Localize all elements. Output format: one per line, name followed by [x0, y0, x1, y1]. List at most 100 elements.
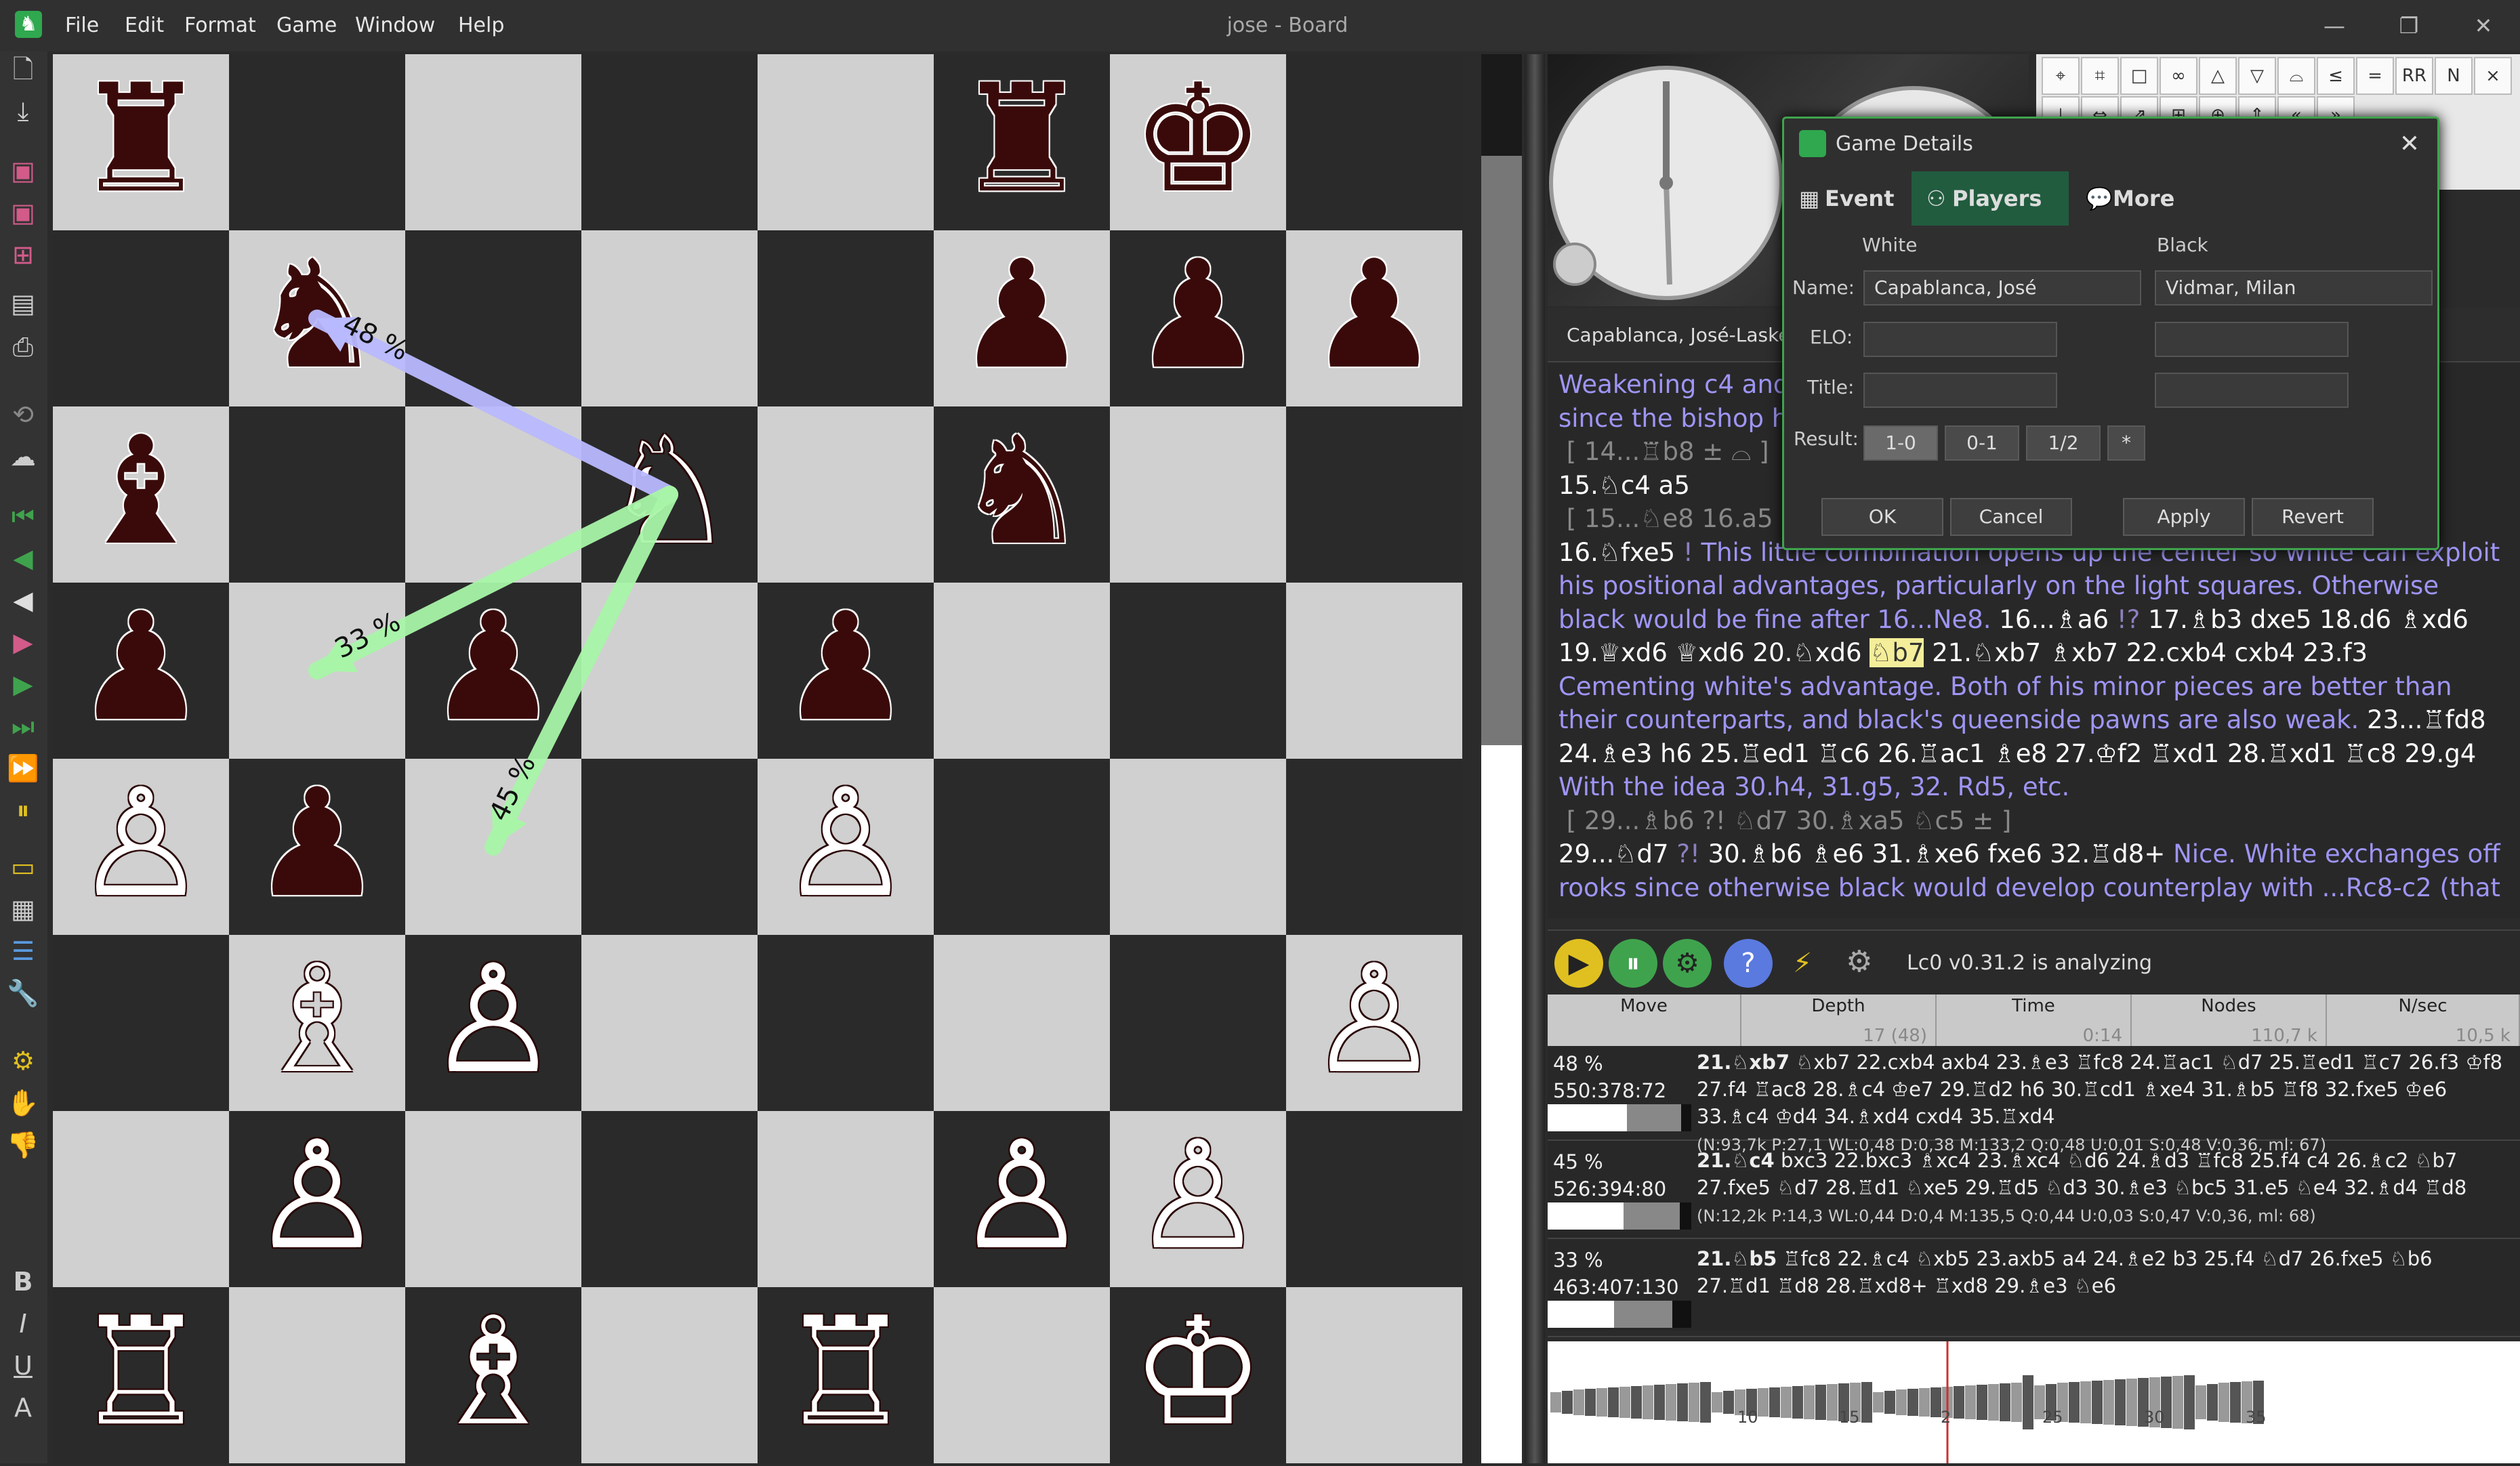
result-unknown-button[interactable]: * [2107, 425, 2145, 461]
square-d3[interactable] [581, 935, 758, 1111]
square-e7[interactable] [758, 230, 934, 406]
square-f1[interactable] [934, 1287, 1110, 1463]
square-d7[interactable] [581, 230, 758, 406]
black-name-field[interactable]: Vidmar, Milan [2155, 270, 2433, 306]
square-b5[interactable] [229, 583, 405, 759]
scroll-thumb[interactable] [1481, 54, 1522, 156]
principal-variation[interactable]: 21.♘b5 ♖fc8 22.♗c4 ♘xb5 23.axb5 a4 24.♗e… [1697, 1245, 2510, 1299]
close-icon[interactable]: ✕ [2453, 0, 2514, 51]
black-piece-f6[interactable]: ♞ [934, 406, 1110, 583]
result-black-wins-button[interactable]: 0-1 [1945, 425, 2019, 461]
tab-more[interactable]: 💬 More [2072, 171, 2208, 226]
cloud-icon[interactable]: ☁ [5, 439, 41, 474]
underline-icon[interactable]: U [5, 1348, 41, 1383]
add-icon[interactable]: ⊞ [5, 237, 41, 272]
square-b1[interactable] [229, 1287, 405, 1463]
square-e2[interactable] [758, 1111, 934, 1287]
column-time[interactable]: Time 0:14 [1937, 994, 2132, 1046]
symbol-button[interactable]: △ [2199, 57, 2237, 95]
calendar-icon[interactable]: ▦ [5, 892, 41, 927]
first-move-icon[interactable]: ⏮ [5, 499, 41, 534]
text-color-icon[interactable]: A [5, 1390, 41, 1425]
chess-board[interactable]: ♜ ♜ ♚ ♞ ♟ ♟ ♟ ♝ ♘ ♞ ♟ ♟ ♟ ♙ ♟ ♙ ♗ ♙ ♙ ♙ ♙ ♙ ♖ ♗ ♖ ♔ 48 % 33 % 45 % [53, 54, 1462, 1463]
revert-button[interactable]: Revert [2252, 498, 2374, 536]
square-a3[interactable] [53, 935, 229, 1111]
engine-line[interactable]: 45 % 526:394:80 21.♘c4 bxc3 22.bxc3 ♗xc4 … [1548, 1144, 2520, 1239]
help-icon[interactable]: ? [1724, 939, 1773, 988]
square-b8[interactable] [229, 54, 405, 230]
menu-format[interactable]: Format [184, 0, 256, 51]
scroll-track[interactable] [1481, 156, 1522, 745]
minimize-icon[interactable]: — [2304, 0, 2365, 51]
document-icon[interactable]: ▤ [5, 286, 41, 321]
splitter[interactable] [1525, 54, 1545, 1463]
cancel-button[interactable]: Cancel [1950, 498, 2072, 536]
play-icon[interactable]: ▶ [1554, 939, 1603, 988]
black-title-field[interactable] [2155, 373, 2349, 408]
pause-icon[interactable]: ⏸ [1609, 939, 1657, 988]
close-icon[interactable]: ✕ [2399, 119, 2420, 169]
square-d8[interactable] [581, 54, 758, 230]
symbol-button[interactable]: ≤ [2317, 57, 2355, 95]
square-h5[interactable] [1286, 583, 1462, 759]
square-h6[interactable] [1286, 406, 1462, 583]
column-depth[interactable]: Depth 17 (48) [1741, 994, 1937, 1046]
square-c7[interactable] [405, 230, 581, 406]
white-piece-a1[interactable]: ♖ [53, 1287, 229, 1463]
white-piece-g1[interactable]: ♔ [1110, 1287, 1286, 1463]
square-b6[interactable] [229, 406, 405, 583]
column-move[interactable]: Move [1548, 994, 1741, 1046]
fast-forward-icon[interactable]: ⏩ [5, 751, 41, 786]
black-elo-field[interactable] [2155, 322, 2349, 357]
step-forward-icon[interactable]: ▶ [5, 625, 41, 660]
list-icon[interactable]: ☰ [5, 934, 41, 969]
principal-variation[interactable]: 21.♘xb7 ♘xb7 22.cxb4 axb4 23.♗e3 ♖fc8 24… [1697, 1049, 2510, 1158]
menu-file[interactable]: File [65, 0, 99, 51]
white-piece-e4[interactable]: ♙ [758, 759, 934, 935]
black-piece-a6[interactable]: ♝ [53, 406, 229, 583]
square-f4[interactable] [934, 759, 1110, 935]
ok-button[interactable]: OK [1821, 498, 1943, 536]
symbol-button[interactable]: N [2435, 57, 2473, 95]
pause-icon[interactable]: ⏸ [5, 793, 41, 828]
white-piece-d6[interactable]: ♘ [581, 406, 758, 583]
tab-players[interactable]: ⚇ Players [1912, 171, 2069, 226]
symbol-button[interactable]: ⌗ [2081, 57, 2119, 95]
symbol-button[interactable]: □ [2120, 57, 2158, 95]
engine-line[interactable]: 48 % 550:378:72 21.♘xb7 ♘xb7 22.cxb4 axb4… [1548, 1046, 2520, 1154]
square-g5[interactable] [1110, 583, 1286, 759]
tab-event[interactable]: ▦ Event [1784, 171, 1909, 226]
black-piece-f8[interactable]: ♜ [934, 54, 1110, 230]
symbol-button[interactable]: ∞ [2160, 57, 2197, 95]
white-piece-b3[interactable]: ♗ [229, 935, 405, 1111]
black-piece-a5[interactable]: ♟ [53, 583, 229, 759]
square-a2[interactable] [53, 1111, 229, 1287]
square-g4[interactable] [1110, 759, 1286, 935]
menu-window[interactable]: Window [355, 0, 435, 51]
black-piece-g8[interactable]: ♚ [1110, 54, 1286, 230]
symbol-button[interactable]: RR [2395, 57, 2433, 95]
menu-edit[interactable]: Edit [125, 0, 164, 51]
refresh-icon[interactable]: ⟲ [5, 397, 41, 432]
symbol-button[interactable]: ⌖ [2042, 57, 2080, 95]
square-d2[interactable] [581, 1111, 758, 1287]
engine-settings-icon[interactable]: ⚙ [1846, 944, 1872, 979]
black-piece-b7[interactable]: ♞ [229, 230, 405, 406]
black-piece-f7[interactable]: ♟ [934, 230, 1110, 406]
square-c4[interactable] [405, 759, 581, 935]
print-icon[interactable]: ⎙ [5, 329, 41, 364]
last-move-icon[interactable]: ⏭ [5, 709, 41, 744]
note-icon[interactable]: ▭ [5, 850, 41, 885]
back-icon[interactable]: ◀ [5, 541, 41, 576]
forward-icon[interactable]: ▶ [5, 667, 41, 702]
square-e6[interactable] [758, 406, 934, 583]
black-piece-e5[interactable]: ♟ [758, 583, 934, 759]
symbol-button[interactable]: ⌓ [2277, 57, 2315, 95]
black-piece-a8[interactable]: ♜ [53, 54, 229, 230]
lightning-icon[interactable]: ⚡ [1778, 939, 1827, 988]
square-d4[interactable] [581, 759, 758, 935]
square-d1[interactable] [581, 1287, 758, 1463]
symbol-button[interactable]: ▽ [2238, 57, 2276, 95]
wrench-icon[interactable]: 🔧 [5, 976, 41, 1011]
square-d5[interactable] [581, 583, 758, 759]
